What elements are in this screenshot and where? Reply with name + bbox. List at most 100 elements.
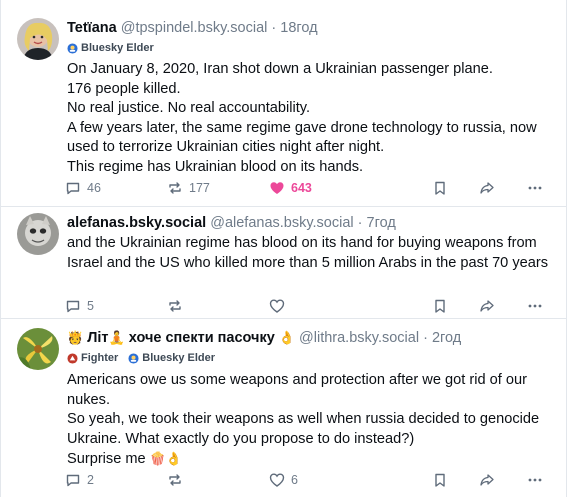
ellipsis-icon [528, 186, 542, 190]
post-text-line: On January 8, 2020, Iran shot down a Ukr… [67, 61, 493, 77]
avatar[interactable] [17, 213, 59, 255]
reply-button[interactable]: 2 [65, 469, 94, 491]
heart-outline-icon [269, 299, 285, 313]
separator-dot: · [271, 20, 277, 36]
reply-count: 5 [87, 299, 94, 313]
post-header: Tetïana @tpspindel.bsky.social · 18год [67, 18, 318, 38]
display-name-part: Літ [87, 330, 109, 346]
timestamp[interactable]: 2год [432, 330, 461, 346]
repost-icon [169, 300, 181, 312]
crown-emoji: 🫅 [67, 330, 84, 345]
post-item[interactable]: alefanas.bsky.social @alefanas.bsky.soci… [1, 207, 566, 318]
reply-count: 46 [87, 181, 101, 195]
post-header: 🫅 Літ🧘 хоче спекти пасочку 👌 @lithra.bsk… [67, 328, 461, 348]
post-text-line: This regime has Ukrainian blood on its h… [67, 158, 364, 175]
display-name-part: хоче спекти пасочку [128, 330, 275, 346]
post-actions: 2 6 [61, 469, 561, 491]
reply-button[interactable]: 46 [65, 177, 101, 199]
like-count: 643 [291, 181, 312, 195]
post-thread-feed: Tetïana @tpspindel.bsky.social · 18год B… [0, 0, 567, 497]
bookmark-button[interactable] [432, 469, 448, 491]
display-name[interactable]: Tetïana [67, 20, 117, 36]
repost-icon [169, 182, 181, 194]
share-arrow-icon [480, 300, 494, 312]
bookmark-button[interactable] [432, 295, 448, 317]
display-name[interactable]: alefanas.bsky.social [67, 215, 206, 231]
repost-button[interactable]: 177 [167, 177, 210, 199]
badge-bluesky-elder[interactable]: Bluesky Elder [67, 42, 154, 54]
repost-button[interactable] [167, 295, 183, 317]
display-name[interactable]: 🫅 Літ🧘 хоче спекти пасочку 👌 [67, 330, 299, 346]
post-item[interactable]: Tetïana @tpspindel.bsky.social · 18год B… [1, 0, 566, 206]
bookmark-button[interactable] [432, 177, 448, 199]
more-options-button[interactable] [527, 177, 543, 199]
like-button[interactable]: 6 [269, 469, 298, 491]
fighter-badge-icon [67, 352, 78, 364]
like-count: 6 [291, 473, 298, 487]
badge-bluesky-elder[interactable]: Bluesky Elder [128, 352, 215, 364]
post-text-line: No real justice. No real accountability. [67, 100, 311, 116]
badge-label: Fighter [81, 352, 119, 364]
reply-icon [66, 300, 80, 313]
popcorn-ok-emoji: 🍿👌 [149, 451, 183, 466]
elder-badge-icon [67, 42, 78, 54]
share-arrow-icon [480, 474, 494, 486]
post-body: and the Ukrainian regime has blood on it… [67, 234, 551, 273]
avatar[interactable] [17, 328, 59, 370]
badge-row: Bluesky Elder [67, 40, 154, 56]
share-arrow-icon [480, 182, 494, 194]
heart-outline-icon [269, 473, 285, 487]
more-options-button[interactable] [527, 469, 543, 491]
repost-count: 177 [189, 181, 210, 195]
avatar-image [17, 328, 59, 370]
reply-count: 2 [87, 473, 94, 487]
post-text-line: Surprise me 🍿👌 [67, 449, 551, 470]
ok-hand-emoji: 👌 [278, 330, 295, 345]
separator-dot: · [423, 330, 428, 346]
badge-label: Bluesky Elder [142, 352, 216, 364]
post-text-fragment: Surprise me [67, 451, 146, 467]
repost-icon [169, 474, 181, 486]
badge-fighter[interactable]: Fighter [67, 352, 118, 364]
post-body: Americans owe us some weapons and protec… [67, 371, 551, 470]
person-emoji: 🧘 [108, 330, 125, 345]
post-header: alefanas.bsky.social @alefanas.bsky.soci… [67, 213, 396, 233]
timestamp[interactable]: 7год [367, 215, 396, 231]
repost-button[interactable] [167, 469, 183, 491]
avatar-image [17, 18, 59, 60]
handle[interactable]: @lithra.bsky.social [299, 330, 419, 346]
handle[interactable]: @alefanas.bsky.social [210, 215, 353, 231]
post-text-line: 176 people killed. [67, 80, 181, 97]
badge-row: Fighter Bluesky Elder [67, 350, 215, 366]
post-item[interactable]: 🫅 Літ🧘 хоче спекти пасочку 👌 @lithra.bsk… [1, 319, 566, 497]
heart-filled-icon [270, 182, 284, 194]
reply-button[interactable]: 5 [65, 295, 94, 317]
post-text-line: A few years later, the same regime gave … [67, 119, 537, 156]
reply-icon [66, 474, 80, 487]
handle[interactable]: @tpspindel.bsky.social [121, 20, 268, 36]
post-text-line: So yeah, we took their weapons as well w… [67, 411, 540, 447]
bookmark-icon [435, 299, 445, 313]
post-text-line: and the Ukrainian regime has blood on it… [67, 235, 549, 271]
separator-dot: · [357, 215, 363, 231]
avatar[interactable] [17, 18, 59, 60]
more-options-button[interactable] [527, 295, 543, 317]
bookmark-icon [435, 473, 445, 487]
share-button[interactable] [479, 177, 495, 199]
share-button[interactable] [479, 295, 495, 317]
share-button[interactable] [479, 469, 495, 491]
avatar-image [17, 213, 59, 255]
post-actions: 5 [61, 295, 561, 317]
like-button[interactable]: 643 [269, 177, 312, 199]
post-body: On January 8, 2020, Iran shot down a Ukr… [67, 60, 551, 177]
bookmark-icon [435, 181, 445, 195]
post-actions: 46 177 643 [61, 177, 561, 199]
post-text-line: Americans owe us some weapons and protec… [67, 372, 527, 408]
ellipsis-icon [528, 304, 542, 308]
reply-icon [66, 182, 80, 195]
timestamp[interactable]: 18год [280, 20, 317, 36]
like-button[interactable] [269, 295, 285, 317]
elder-badge-icon [128, 352, 139, 364]
badge-label: Bluesky Elder [81, 42, 154, 54]
ellipsis-icon [528, 478, 542, 482]
